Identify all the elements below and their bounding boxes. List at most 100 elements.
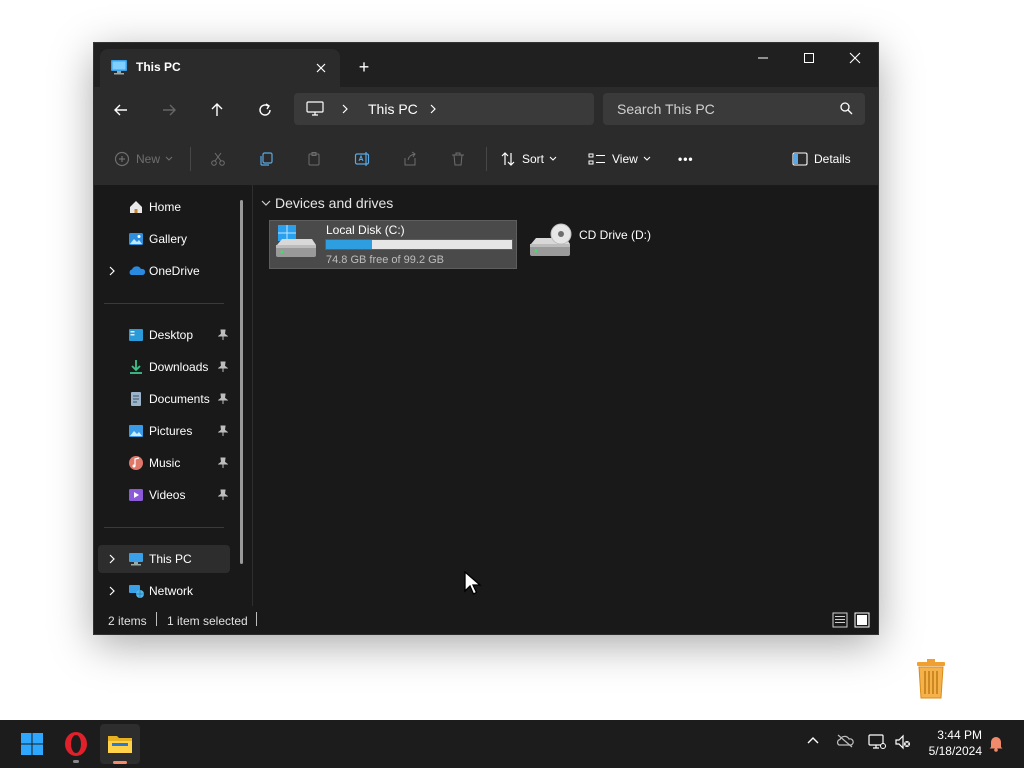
minimize-button[interactable] [740, 43, 786, 73]
music-icon [128, 455, 144, 471]
sidebar-item-documents[interactable]: Documents [98, 385, 230, 413]
refresh-button[interactable] [250, 95, 280, 125]
paste-button[interactable] [306, 145, 322, 173]
clock-date: 5/18/2024 [928, 744, 982, 758]
sidebar-item-label: Desktop [149, 328, 194, 342]
recycle-bin-icon[interactable] [914, 659, 948, 699]
details-button[interactable]: Details [792, 145, 851, 173]
pin-icon[interactable] [218, 489, 228, 501]
pin-icon[interactable] [218, 425, 228, 437]
maximize-icon [804, 53, 814, 63]
network-status-icon[interactable] [868, 734, 886, 750]
sort-icon [501, 152, 515, 166]
forward-button[interactable] [154, 95, 184, 125]
sidebar-item-label: Downloads [149, 360, 209, 374]
trash-icon [452, 152, 464, 166]
chevron-right-icon[interactable] [107, 585, 117, 597]
tab-title: This PC [136, 60, 181, 74]
drive-tile-c[interactable]: Local Disk (C:) 74.8 GB free of 99.2 GB [269, 220, 517, 269]
search-placeholder: Search This PC [617, 101, 715, 117]
delete-button[interactable] [450, 145, 466, 173]
this-pc-icon [128, 551, 144, 567]
sort-button[interactable]: Sort [500, 145, 558, 173]
sidebar-item-videos[interactable]: Videos [98, 481, 230, 509]
drive-name: Local Disk (C:) [326, 223, 405, 237]
more-options-button[interactable]: ••• [678, 145, 694, 173]
chevron-up-icon[interactable] [806, 734, 820, 748]
copy-button[interactable] [258, 145, 274, 173]
breadcrumb-this-pc[interactable]: This PC [368, 101, 418, 117]
file-explorer-button[interactable] [100, 724, 140, 764]
address-bar[interactable]: This PC [294, 93, 594, 125]
maximize-button[interactable] [786, 43, 832, 73]
group-header[interactable]: Devices and drives [275, 195, 393, 211]
close-tab-icon[interactable] [310, 57, 332, 79]
onedrive-offline-icon[interactable] [836, 734, 854, 748]
chevron-right-icon[interactable] [107, 265, 117, 277]
close-window-button[interactable] [832, 43, 878, 73]
status-divider [156, 612, 157, 626]
share-button[interactable] [402, 145, 418, 173]
sidebar-item-label: Network [149, 584, 194, 598]
volume-muted-icon[interactable] [894, 734, 912, 750]
selection-count: 1 item selected [167, 614, 248, 628]
documents-icon [128, 391, 144, 407]
search-input[interactable]: Search This PC [603, 93, 865, 125]
tiles-view-button[interactable] [854, 612, 870, 628]
pin-icon[interactable] [218, 393, 228, 405]
new-tab-button[interactable]: + [352, 55, 376, 79]
chevron-right-icon[interactable] [428, 103, 438, 115]
pin-icon[interactable] [218, 329, 228, 341]
downloads-icon [128, 359, 144, 375]
sidebar-item-downloads[interactable]: Downloads [98, 353, 230, 381]
new-icon [114, 151, 130, 167]
pane-divider[interactable] [252, 185, 253, 606]
folder-icon [108, 736, 132, 753]
sidebar-item-pictures[interactable]: Pictures [98, 417, 230, 445]
view-button[interactable]: View [588, 145, 652, 173]
chevron-right-icon[interactable] [340, 103, 350, 115]
sidebar-item-onedrive[interactable]: OneDrive [98, 257, 230, 285]
videos-icon [128, 487, 144, 503]
tab-this-pc[interactable]: This PC [100, 49, 340, 87]
drive-free-space: 74.8 GB free of 99.2 GB [326, 254, 445, 266]
windows-logo-icon [21, 733, 43, 755]
details-label: Details [814, 152, 851, 166]
view-label: View [612, 152, 638, 166]
back-button[interactable] [106, 95, 136, 125]
taskbar-clock[interactable]: 3:44 PM 5/18/2024 [918, 727, 982, 759]
pin-icon[interactable] [218, 361, 228, 373]
start-button[interactable] [12, 724, 52, 764]
rename-button[interactable] [354, 145, 372, 173]
sidebar-divider [104, 527, 224, 528]
chevron-down-icon [165, 156, 173, 161]
refresh-icon [259, 103, 271, 116]
notification-bell-icon[interactable] [988, 734, 1004, 752]
sidebar-item-home[interactable]: Home [98, 193, 230, 221]
chevron-right-icon[interactable] [107, 553, 117, 565]
details-view-button[interactable] [832, 612, 848, 628]
sidebar-item-music[interactable]: Music [98, 449, 230, 477]
sidebar-item-gallery[interactable]: Gallery [98, 225, 230, 253]
up-button[interactable] [202, 95, 232, 125]
details-view-icon [832, 612, 848, 628]
new-button[interactable]: New [114, 145, 174, 173]
title-bar: This PC + [94, 43, 878, 87]
arrow-right-icon [163, 104, 176, 116]
sidebar-item-label: Videos [149, 488, 186, 502]
sidebar-item-desktop[interactable]: Desktop [98, 321, 230, 349]
search-icon[interactable] [839, 101, 853, 115]
sidebar-item-label: Pictures [149, 424, 193, 438]
sidebar-scrollbar[interactable] [240, 200, 243, 564]
running-indicator [73, 760, 79, 763]
cut-button[interactable] [210, 145, 226, 173]
opera-browser-button[interactable] [56, 724, 96, 764]
sidebar-item-network[interactable]: Network [98, 577, 230, 605]
sidebar-item-this-pc[interactable]: This PC [98, 545, 230, 573]
sidebar-item-label: Home [149, 200, 182, 214]
sidebar-divider [104, 303, 224, 304]
pin-icon[interactable] [218, 457, 228, 469]
drive-tile-d[interactable]: CD Drive (D:) [526, 220, 696, 269]
navigation-bar: This PC Search This PC [94, 87, 878, 133]
chevron-down-icon[interactable] [260, 198, 272, 208]
